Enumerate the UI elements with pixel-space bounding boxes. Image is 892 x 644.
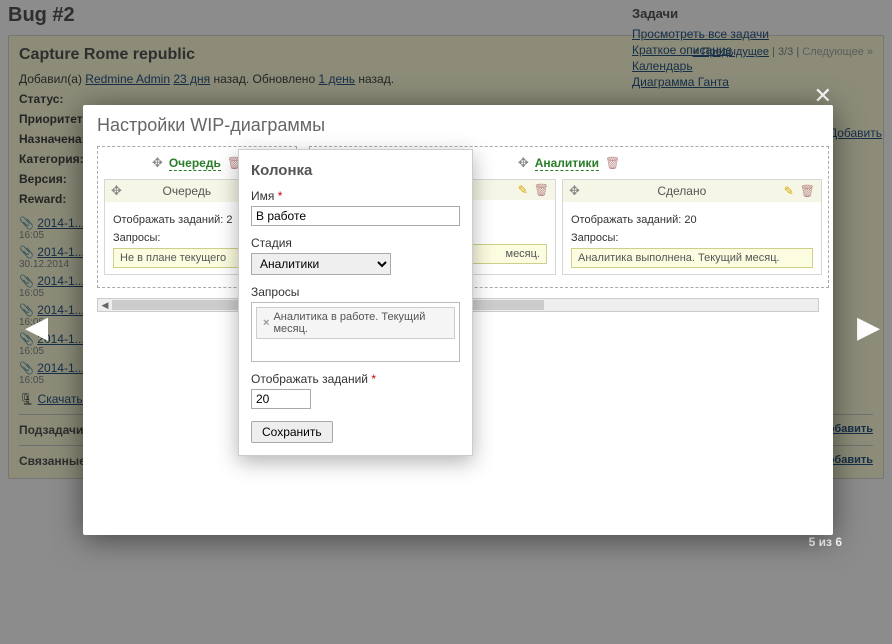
queries-label: Запросы <box>251 285 460 299</box>
query-chip[interactable]: × Аналитика в работе. Текущий месяц. <box>256 307 455 339</box>
column-edit-popover: Колонка Имя * Стадия Аналитики Запросы ×… <box>238 149 473 456</box>
pencil-icon[interactable]: ✎ <box>784 184 794 198</box>
column: ✥ Сделано ✎ 🗑 Отображать заданий: 20 Зап… <box>562 179 822 275</box>
move-icon[interactable]: ✥ <box>569 183 580 199</box>
display-count-label: Отображать заданий: 20 <box>571 214 813 226</box>
query-chip[interactable]: Аналитика выполнена. Текущий месяц. <box>571 248 813 268</box>
trash-icon[interactable]: 🗑 <box>800 184 815 198</box>
prev-arrow-icon[interactable]: ◀ <box>25 310 45 345</box>
move-icon[interactable]: ✥ <box>111 183 122 199</box>
popover-title: Колонка <box>251 162 460 179</box>
display-count-input[interactable] <box>251 389 311 409</box>
move-icon[interactable]: ✥ <box>152 155 163 171</box>
stage-label: Стадия <box>251 236 460 250</box>
move-icon[interactable]: ✥ <box>518 155 529 171</box>
column-title: Очередь <box>128 184 246 198</box>
stage-select[interactable]: Аналитики <box>251 253 391 275</box>
next-arrow-icon[interactable]: ▶ <box>857 310 877 345</box>
lightbox-counter: 5 из 6 <box>809 535 842 549</box>
queries-box[interactable]: × Аналитика в работе. Текущий месяц. <box>251 302 460 362</box>
queries-label: Запросы: <box>571 232 813 244</box>
dialog-title: Настройки WIP-диаграммы <box>97 115 819 136</box>
display-count-label: Отображать заданий * <box>251 372 460 386</box>
name-label: Имя * <box>251 189 460 203</box>
lane-name[interactable]: Очередь <box>169 156 221 171</box>
pencil-icon[interactable]: ✎ <box>518 183 528 197</box>
trash-icon[interactable]: 🗑 <box>534 183 549 197</box>
column-title: Сделано <box>586 184 778 198</box>
remove-icon[interactable]: × <box>263 317 269 329</box>
scroll-left-icon[interactable]: ◀ <box>98 299 112 311</box>
trash-icon[interactable]: 🗑 <box>605 156 620 170</box>
name-input[interactable] <box>251 206 460 226</box>
save-button[interactable]: Сохранить <box>251 421 333 443</box>
lane-name[interactable]: Аналитики <box>535 156 599 171</box>
wip-settings-dialog: Настройки WIP-диаграммы ✥ Очередь 🗑 ✥ Оч… <box>83 105 833 535</box>
